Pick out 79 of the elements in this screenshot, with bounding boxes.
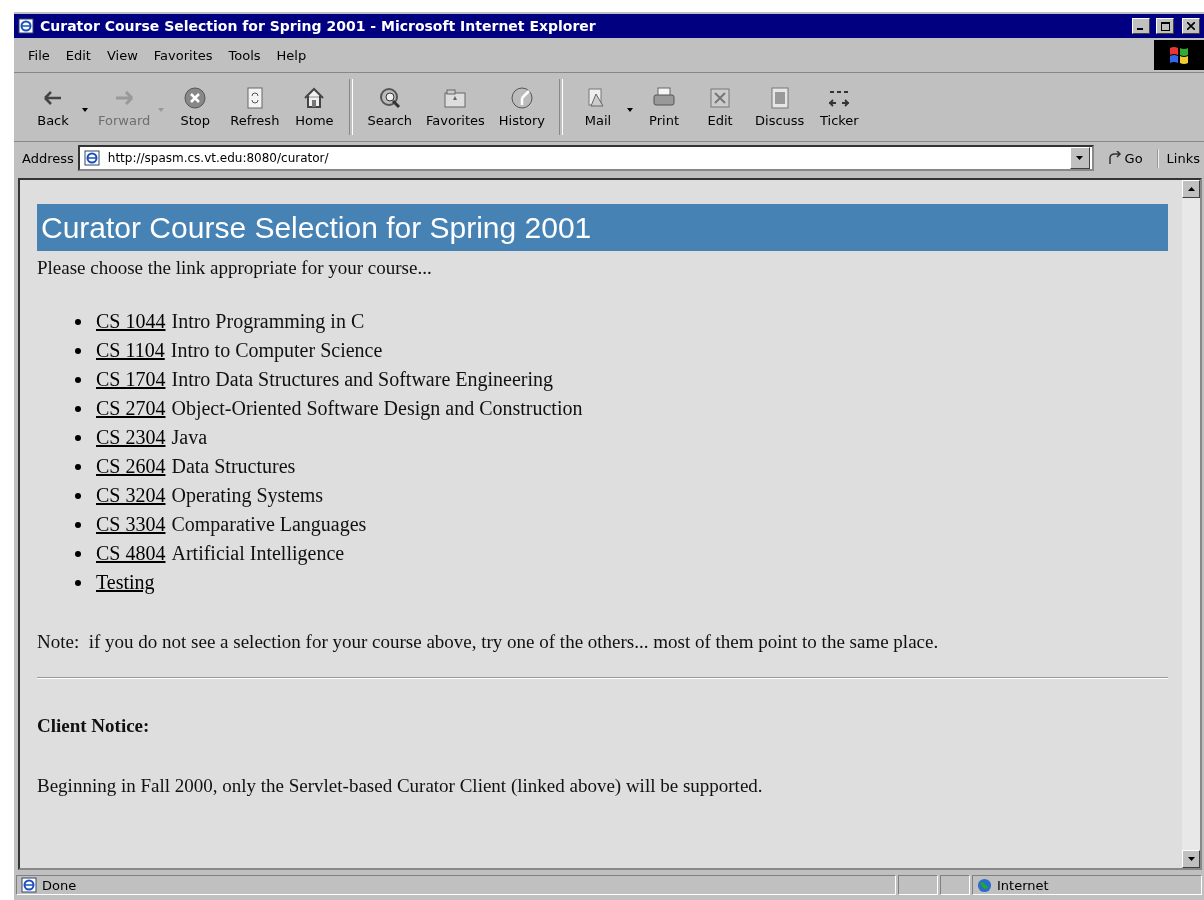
favorites-button[interactable]: Favorites xyxy=(420,82,491,132)
dropdown-caret-icon[interactable] xyxy=(627,108,634,112)
page-heading: Curator Course Selection for Spring 2001 xyxy=(37,204,1168,251)
up-arrow-icon xyxy=(1187,187,1195,191)
note-text: Note: if you do not see a selection for your course above, try one of the others... most of them point to the same place. xyxy=(37,631,940,653)
course-link[interactable]: Testing xyxy=(96,571,155,594)
bullet-icon xyxy=(75,579,81,586)
bullet-icon xyxy=(75,347,81,354)
go-arrow-icon xyxy=(1107,151,1122,165)
status-panel xyxy=(940,875,970,895)
course-link[interactable]: CS 4804 xyxy=(96,542,166,565)
dropdown-caret-icon[interactable] xyxy=(82,108,88,112)
bullet-icon xyxy=(75,434,81,441)
refresh-button[interactable]: Refresh xyxy=(224,82,286,132)
scrollbar[interactable] xyxy=(1182,180,1200,868)
ticker-button[interactable]: Ticker xyxy=(812,82,867,132)
course-link[interactable]: CS 2704 xyxy=(96,397,166,420)
discuss-button[interactable]: Discuss xyxy=(749,82,811,132)
back-button[interactable]: Back xyxy=(26,82,80,132)
print-button[interactable]: Print xyxy=(637,82,692,132)
search-button[interactable]: Search xyxy=(361,82,419,132)
status-panel xyxy=(898,875,938,895)
menu-item[interactable]: View xyxy=(100,45,144,65)
menu-item[interactable]: Help xyxy=(270,45,313,65)
bullet-icon xyxy=(75,318,81,325)
status-text: Done xyxy=(42,877,77,893)
course-title: Intro to Computer Science xyxy=(170,339,383,362)
course-link[interactable]: CS 3204 xyxy=(96,484,166,507)
course-title: Object-Oriented Software Design and Construction xyxy=(171,397,583,420)
edit-button[interactable]: Edit xyxy=(693,82,748,132)
menu-item[interactable]: Edit xyxy=(59,45,97,65)
stop-button[interactable]: Stop xyxy=(168,82,223,132)
bullet-icon xyxy=(75,463,81,470)
notice-text: Beginning in Fall 2000, only the Servlet-based Curator Client (linked above) will be supported. xyxy=(37,775,764,797)
close-icon xyxy=(1187,22,1195,30)
intro-text: Please choose the link appropriate for your course... xyxy=(37,257,433,279)
home-button[interactable]: Home xyxy=(287,82,342,132)
maximize-button[interactable] xyxy=(1156,18,1174,34)
globe-icon xyxy=(977,877,992,893)
course-link[interactable]: CS 2604 xyxy=(96,455,166,478)
course-link[interactable]: CS 1704 xyxy=(96,368,166,391)
bullet-icon xyxy=(75,550,81,557)
links-button[interactable]: Links xyxy=(1156,148,1204,168)
course-title: Operating Systems xyxy=(171,484,324,507)
scroll-up-button[interactable] xyxy=(1182,180,1200,198)
maximize-icon xyxy=(1160,21,1170,31)
window-title: Curator Course Selection for Spring 2001 - Microsoft Internet Explorer xyxy=(40,18,597,34)
menu-item[interactable]: Tools xyxy=(222,45,267,65)
course-title: Java xyxy=(171,426,207,449)
notice-heading: Client Notice: xyxy=(37,715,151,737)
bullet-icon xyxy=(75,492,81,499)
history-icon xyxy=(508,86,535,110)
dropdown-caret-icon[interactable] xyxy=(1069,147,1090,169)
course-title: Intro Data Structures and Software Engineering xyxy=(171,368,553,391)
course-title: Comparative Languages xyxy=(171,513,367,536)
bullet-icon xyxy=(75,376,81,383)
course-link[interactable]: CS 3304 xyxy=(96,513,166,536)
bullet-icon xyxy=(75,405,81,412)
menu-item[interactable]: Favorites xyxy=(147,45,219,65)
history-button[interactable]: History xyxy=(492,82,552,132)
course-title: Data Structures xyxy=(171,455,296,478)
course-title: Artificial Intelligence xyxy=(171,542,345,565)
menu-item[interactable]: File xyxy=(22,45,56,65)
address-label: Address xyxy=(22,150,74,166)
down-arrow-icon xyxy=(1187,857,1195,861)
folder-icon xyxy=(442,86,469,110)
course-title: Intro Programming in C xyxy=(171,310,365,333)
go-button[interactable]: Go xyxy=(1097,148,1153,168)
scroll-down-button[interactable] xyxy=(1182,850,1200,868)
zone-text: Internet xyxy=(997,877,1049,893)
course-link[interactable]: CS 2304 xyxy=(96,426,166,449)
stop-icon xyxy=(182,86,209,110)
mail-button[interactable]: Mail xyxy=(571,82,626,132)
minimize-button[interactable] xyxy=(1132,18,1150,34)
address-field[interactable]: http://spasm.cs.vt.edu:8080/curator/ xyxy=(77,145,1094,171)
close-button[interactable] xyxy=(1182,18,1200,34)
course-link[interactable]: CS 1044 xyxy=(96,310,166,333)
bullet-icon xyxy=(75,521,81,528)
course-link[interactable]: CS 1104 xyxy=(96,339,165,362)
